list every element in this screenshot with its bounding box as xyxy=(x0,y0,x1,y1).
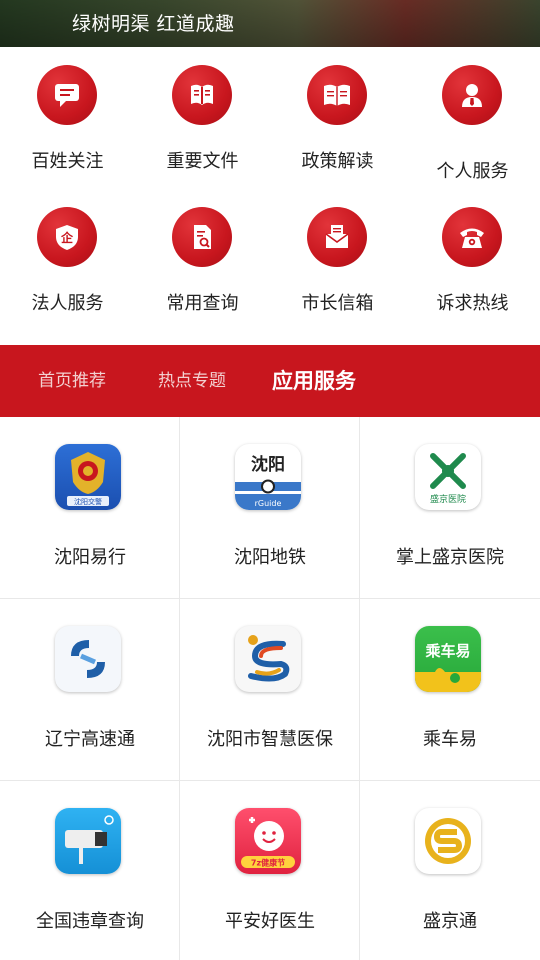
highway-logo-icon xyxy=(55,626,121,692)
app-icon-text: 盛京医院 xyxy=(430,493,466,505)
app-cell-shengjingtong[interactable]: 盛京通 xyxy=(360,781,540,960)
app-icon-subtext: rGuide xyxy=(255,499,282,508)
quick-item-wenjian[interactable]: 重要文件 xyxy=(135,47,270,187)
quick-item-label: 诉求热线 xyxy=(436,293,509,314)
app-icon-text: 乘车易 xyxy=(424,642,470,660)
file-search-icon xyxy=(172,207,232,267)
app-icon-text: 沈阳交警 xyxy=(74,497,102,506)
quick-service-grid: 百姓关注 重要文件 政策解读 个人服务 企 法人服务 常用查询 市长信箱 诉求热… xyxy=(0,47,540,339)
app-cell-shenyang-yixing[interactable]: 沈阳交警 沈阳易行 xyxy=(0,417,180,599)
quick-item-xinxiang[interactable]: 市长信箱 xyxy=(270,189,405,329)
app-cell-violation-query[interactable]: 全国违章查询 xyxy=(0,781,180,960)
medical-insurance-logo-icon xyxy=(235,626,301,692)
app-label: 平安好医生 xyxy=(225,911,315,932)
police-emblem-icon: 沈阳交警 xyxy=(55,444,121,510)
hospital-logo-icon: 盛京医院 xyxy=(415,444,481,510)
doctor-smile-icon: 7z健康节 xyxy=(235,808,301,874)
quick-item-chaxun[interactable]: 常用查询 xyxy=(135,189,270,329)
app-services-grid: 沈阳交警 沈阳易行 沈阳 rGuide 沈阳地铁 盛京医院 掌上盛京医院 辽宁高… xyxy=(0,417,540,960)
app-root: 绿树明渠 红道成趣 百姓关注 重要文件 政策解读 个人服务 企 法人服务 常用查… xyxy=(0,0,540,960)
app-label: 掌上盛京医院 xyxy=(396,547,504,568)
shengjing-card-icon xyxy=(415,808,481,874)
bus-ride-icon: 乘车易 xyxy=(415,626,481,692)
app-label: 沈阳地铁 xyxy=(234,547,306,568)
app-cell-medical-insurance[interactable]: 沈阳市智慧医保 xyxy=(180,599,360,781)
quick-item-zhengce[interactable]: 政策解读 xyxy=(270,47,405,187)
metro-icon: 沈阳 rGuide xyxy=(235,444,301,510)
person-icon xyxy=(442,65,502,125)
app-label: 全国违章查询 xyxy=(36,911,144,932)
app-cell-chengcheyi[interactable]: 乘车易 乘车易 xyxy=(360,599,540,781)
app-cell-liaoning-highway[interactable]: 辽宁高速通 xyxy=(0,599,180,781)
quick-item-label: 法人服务 xyxy=(31,293,104,314)
quick-item-label: 常用查询 xyxy=(166,293,239,314)
quick-item-label: 市长信箱 xyxy=(301,293,374,314)
tab-hot-topics[interactable]: 热点专题 xyxy=(158,345,226,417)
app-label: 乘车易 xyxy=(423,729,477,750)
chat-bubble-icon xyxy=(37,65,97,125)
quick-item-label: 个人服务 xyxy=(436,161,509,182)
quick-item-rexian[interactable]: 诉求热线 xyxy=(405,189,540,329)
app-label: 盛京通 xyxy=(423,911,477,932)
tab-home-recommend[interactable]: 首页推荐 xyxy=(38,345,106,417)
app-icon-text: 沈阳 xyxy=(251,454,285,475)
app-label: 辽宁高速通 xyxy=(45,729,135,750)
document-icon xyxy=(172,65,232,125)
quick-item-label: 百姓关注 xyxy=(31,151,104,172)
app-cell-shenyang-metro[interactable]: 沈阳 rGuide 沈阳地铁 xyxy=(180,417,360,599)
app-cell-shengjing-hospital[interactable]: 盛京医院 掌上盛京医院 xyxy=(360,417,540,599)
top-banner[interactable]: 绿树明渠 红道成趣 xyxy=(0,0,540,47)
traffic-camera-icon xyxy=(55,808,121,874)
enterprise-shield-icon: 企 xyxy=(37,207,97,267)
tab-app-services[interactable]: 应用服务 xyxy=(272,345,356,417)
app-cell-pingan-doctor[interactable]: 7z健康节 平安好医生 xyxy=(180,781,360,960)
quick-item-geren[interactable]: 个人服务 xyxy=(405,47,540,187)
quick-item-label: 政策解读 xyxy=(301,151,374,172)
category-tab-bar: 首页推荐 热点专题 应用服务 xyxy=(0,345,540,417)
quick-item-faren[interactable]: 企 法人服务 xyxy=(0,189,135,329)
svg-text:企: 企 xyxy=(60,230,74,245)
app-label: 沈阳市智慧医保 xyxy=(207,729,333,750)
mailbox-icon xyxy=(307,207,367,267)
open-book-icon xyxy=(307,65,367,125)
quick-item-baixing[interactable]: 百姓关注 xyxy=(0,47,135,187)
app-icon-text: 7z健康节 xyxy=(251,858,285,868)
banner-caption: 绿树明渠 红道成趣 xyxy=(72,13,235,35)
telephone-icon xyxy=(442,207,502,267)
app-label: 沈阳易行 xyxy=(54,547,126,568)
quick-item-label: 重要文件 xyxy=(166,151,239,172)
